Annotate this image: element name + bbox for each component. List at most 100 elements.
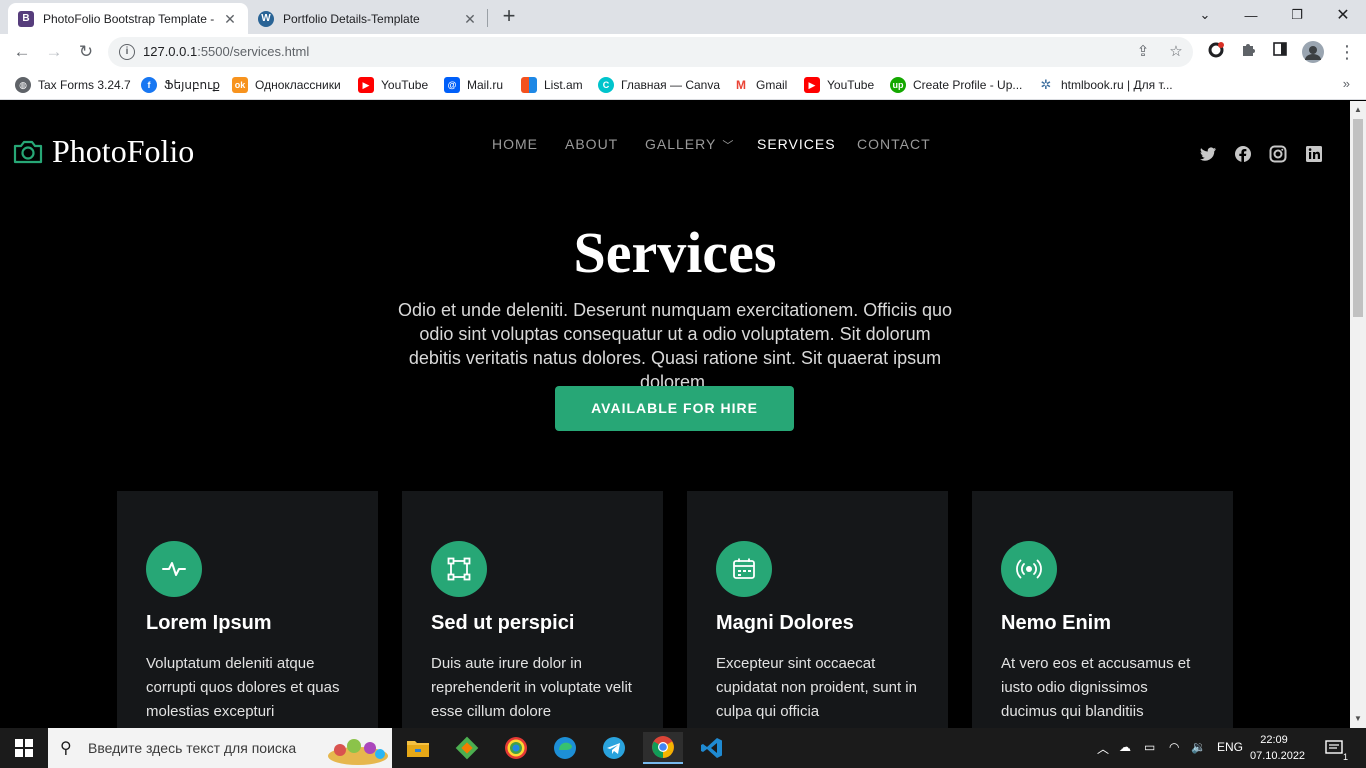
bookmark-item[interactable]: ▶ YouTube <box>804 76 874 94</box>
side-panel-icon[interactable] <box>1269 41 1291 63</box>
bookmark-item[interactable]: ▶ YouTube <box>358 76 428 94</box>
notifications-icon[interactable]: 1 <box>1320 732 1348 764</box>
battery-icon[interactable]: ▭ <box>1144 740 1155 754</box>
windows-start-button[interactable] <box>0 728 48 768</box>
site-info-icon[interactable]: i <box>119 44 135 60</box>
bookmark-item[interactable]: ◍ Tax Forms 3.24.7 <box>15 76 131 94</box>
share-icon[interactable]: ⇪ <box>1133 42 1153 62</box>
file-explorer-icon[interactable] <box>398 732 438 764</box>
gmail-icon: M <box>733 77 749 93</box>
nav-services[interactable]: SERVICES <box>757 136 836 152</box>
nav-about[interactable]: ABOUT <box>565 136 618 152</box>
tab-search-button[interactable]: ⌄ <box>1182 0 1228 30</box>
facebook-icon: f <box>141 77 157 93</box>
notification-count: 1 <box>1342 752 1348 762</box>
site-logo[interactable]: PhotoFolio <box>12 133 194 170</box>
bookmark-label: YouTube <box>827 78 875 92</box>
listam-icon <box>521 77 537 93</box>
service-card[interactable]: Magni Dolores Excepteur sint occaecat cu… <box>687 491 948 728</box>
service-title: Nemo Enim <box>1001 612 1112 634</box>
telegram-icon[interactable] <box>594 732 634 764</box>
camera-icon <box>13 140 43 163</box>
linkedin-icon[interactable] <box>1305 145 1323 163</box>
clock-date: 07.10.2022 <box>1250 750 1306 762</box>
forward-button[interactable]: → <box>42 40 66 64</box>
menu-icon[interactable]: ⋮ <box>1336 41 1358 63</box>
page-viewport: PhotoFolio HOME ABOUT GALLERY ﹀ SERVICES … <box>0 101 1350 728</box>
bookmark-item[interactable]: up Create Profile - Up... <box>890 76 1022 94</box>
git-app-icon[interactable] <box>447 732 487 764</box>
bookmark-item[interactable]: M Gmail <box>733 76 787 94</box>
instagram-icon[interactable] <box>1269 145 1287 163</box>
bounding-box-icon <box>431 541 487 597</box>
show-hidden-icons-icon[interactable]: ︿ <box>1097 740 1109 757</box>
service-description: Voluptatum deleniti atque corrupti quos … <box>146 655 340 720</box>
extensions-puzzle-icon[interactable] <box>1237 41 1259 63</box>
chevron-down-icon: ﹀ <box>722 139 735 152</box>
bookmark-label: htmlbook.ru | Для т... <box>1061 78 1173 92</box>
address-bar[interactable]: i 127.0.0.1:5500/services.html ⇪ ☆ <box>108 37 1193 67</box>
service-card[interactable]: Lorem Ipsum Voluptatum deleniti atque co… <box>117 491 378 728</box>
nav-gallery[interactable]: GALLERY ﹀ <box>645 136 734 153</box>
service-card[interactable]: Sed ut perspici Duis aute irure dolor in… <box>402 491 663 728</box>
scroll-down-icon[interactable]: ▼ <box>1354 714 1362 723</box>
page-scrollbar[interactable]: ▲ ▼ <box>1350 101 1366 728</box>
more-bookmarks-icon[interactable]: » <box>1343 76 1350 91</box>
activity-icon <box>146 541 202 597</box>
bookmark-item[interactable]: ok Одноклассники <box>232 76 341 94</box>
service-card[interactable]: Nemo Enim At vero eos et accusamus et iu… <box>972 491 1233 728</box>
service-title: Magni Dolores <box>716 612 854 634</box>
back-button[interactable]: ← <box>10 40 34 64</box>
tab-photofolio[interactable]: B PhotoFolio Bootstrap Template - ✕ <box>8 3 248 34</box>
scroll-up-icon[interactable]: ▲ <box>1354 105 1362 114</box>
bookmark-label: Mail.ru <box>467 78 504 92</box>
bookmark-item[interactable]: @ Mail.ru <box>444 76 503 94</box>
nav-contact[interactable]: CONTACT <box>857 136 931 152</box>
taskbar-clock[interactable]: 22:09 07.10.2022 <box>1250 732 1306 764</box>
minimize-button[interactable]: — <box>1228 0 1274 30</box>
close-tab-icon[interactable]: ✕ <box>222 11 238 27</box>
close-tab-icon[interactable]: ✕ <box>462 11 478 27</box>
twitter-icon[interactable] <box>1199 145 1217 163</box>
bookmark-item[interactable]: List.am <box>521 76 583 94</box>
service-description: Excepteur sint occaecat cupidatat non pr… <box>716 655 917 720</box>
bookmark-label: Gmail <box>756 78 788 92</box>
search-highlight-illustration <box>328 739 388 765</box>
page-title: Services <box>573 220 777 285</box>
htmlbook-icon: ✲ <box>1038 77 1054 93</box>
bookmark-item[interactable]: C Главная — Canva <box>598 76 720 94</box>
available-for-hire-button[interactable]: AVAILABLE FOR HIRE <box>555 386 794 431</box>
volume-icon[interactable]: 🔉 <box>1191 740 1206 754</box>
rainbow-app-icon[interactable] <box>496 732 536 764</box>
browser-tabstrip: B PhotoFolio Bootstrap Template - ✕ W Po… <box>0 0 1366 34</box>
bookmark-item[interactable]: f Ֆեյսբուք <box>141 76 220 94</box>
new-tab-button[interactable]: + <box>498 5 520 28</box>
service-title: Lorem Ipsum <box>146 612 272 634</box>
bookmark-label: YouTube <box>381 78 429 92</box>
wifi-icon[interactable]: ◠ <box>1169 740 1179 754</box>
close-window-button[interactable]: ✕ <box>1320 0 1366 30</box>
bookmarks-bar: ◍ Tax Forms 3.24.7 f Ֆեյսբուք ok Однокла… <box>0 70 1366 100</box>
tab-portfolio-details[interactable]: W Portfolio Details-Template ✕ <box>248 3 488 34</box>
nav-home[interactable]: HOME <box>492 136 538 152</box>
bookmark-star-icon[interactable]: ☆ <box>1166 42 1186 62</box>
windows-logo-icon <box>15 739 33 757</box>
search-icon: ⚲ <box>60 740 72 757</box>
extension-icon[interactable] <box>1205 41 1227 63</box>
vscode-icon[interactable] <box>692 732 732 764</box>
tab-title: Portfolio Details-Template <box>283 11 420 26</box>
onedrive-icon[interactable]: ☁ <box>1119 740 1131 754</box>
bookmark-label: Tax Forms 3.24.7 <box>38 78 131 92</box>
scrollbar-thumb[interactable] <box>1353 119 1363 317</box>
bookmark-label: Одноклассники <box>255 78 341 92</box>
taskbar-search-box[interactable]: ⚲ Введите здесь текст для поиска <box>48 728 392 768</box>
facebook-icon[interactable] <box>1234 145 1252 163</box>
restore-button[interactable]: ❐ <box>1274 0 1320 30</box>
upwork-icon: up <box>890 77 906 93</box>
edge-icon[interactable] <box>545 732 585 764</box>
language-indicator[interactable]: ENG <box>1217 740 1243 754</box>
bookmark-item[interactable]: ✲ htmlbook.ru | Для т... <box>1038 76 1173 94</box>
profile-avatar[interactable] <box>1302 41 1324 63</box>
chrome-icon[interactable] <box>643 732 683 764</box>
reload-button[interactable]: ↻ <box>74 40 98 64</box>
